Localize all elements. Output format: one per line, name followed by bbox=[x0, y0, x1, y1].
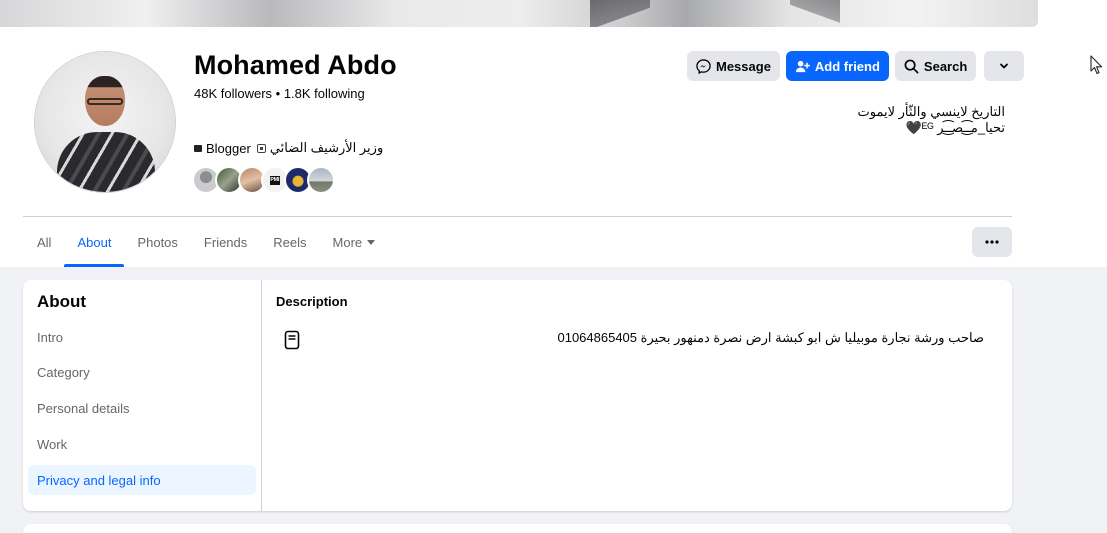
friend-avatar[interactable] bbox=[307, 166, 335, 194]
profile-bio: التاريخ لاينسي والثّأر لايموت تحيا_مـ͜͡ـ… bbox=[858, 104, 1005, 136]
tab-reels[interactable]: Reels bbox=[260, 217, 319, 267]
message-label: Message bbox=[716, 58, 771, 74]
profile-avatar[interactable] bbox=[34, 51, 176, 193]
profile-tabs: All About Photos Friends Reels More bbox=[24, 217, 388, 267]
intro-category: Blogger bbox=[194, 141, 251, 156]
chevron-down-icon bbox=[1000, 63, 1009, 69]
more-actions-button[interactable] bbox=[984, 51, 1025, 81]
about-card: About Intro Category Personal details Wo… bbox=[23, 280, 1012, 511]
search-label: Search bbox=[923, 58, 968, 74]
messenger-icon bbox=[696, 58, 711, 74]
briefcase-icon bbox=[194, 144, 202, 152]
next-card bbox=[23, 524, 1012, 533]
add-friend-button[interactable]: Add friend bbox=[785, 51, 889, 81]
description-heading: Description bbox=[276, 294, 348, 309]
sidebar-item-work[interactable]: Work bbox=[28, 429, 256, 459]
tab-about[interactable]: About bbox=[64, 217, 125, 267]
tab-more-label: More bbox=[332, 234, 363, 250]
tab-friends[interactable]: Friends bbox=[191, 217, 260, 267]
sidebar-item-category[interactable]: Category bbox=[28, 358, 256, 388]
camera-icon bbox=[256, 143, 266, 153]
intro-role-label: وزير الأرشيف الضائي bbox=[269, 140, 384, 155]
bio-line-1: التاريخ لاينسي والثّأر لايموت bbox=[857, 104, 1005, 119]
tab-more[interactable]: More bbox=[320, 217, 389, 267]
cursor-icon bbox=[1090, 55, 1103, 75]
intro-category-label: Blogger bbox=[206, 140, 251, 156]
sidebar-item-personal-details[interactable]: Personal details bbox=[28, 394, 256, 424]
about-sidebar: About Intro Category Personal details Wo… bbox=[23, 280, 262, 511]
profile-actions: Message Add friend Search bbox=[687, 51, 1025, 81]
description-text: صاحب ورشة نجارة موبيليا ش ابو كبشة ارض ن… bbox=[557, 330, 984, 345]
mutual-friends-avatars[interactable]: ᴾᴹᴵ bbox=[192, 166, 335, 194]
description-row: صاحب ورشة نجارة موبيليا ش ابو كبشة ارض ن… bbox=[276, 326, 986, 356]
cover-photo[interactable] bbox=[0, 0, 1038, 27]
add-friend-label: Add friend bbox=[814, 58, 880, 74]
search-button[interactable]: Search bbox=[894, 51, 977, 81]
add-friend-icon bbox=[795, 60, 810, 72]
search-icon bbox=[904, 59, 919, 73]
tab-all[interactable]: All bbox=[24, 217, 64, 267]
bio-line-2: تحيا_مـ͜͡ـصـ͜͡ـر ᴱᴳ🖤 bbox=[905, 120, 1005, 135]
about-main: Description صاحب ورشة نجارة موبيليا ش اب… bbox=[276, 294, 996, 350]
document-icon bbox=[284, 330, 300, 350]
sidebar-item-privacy-legal[interactable]: Privacy and legal info bbox=[28, 465, 256, 496]
message-button[interactable]: Message bbox=[687, 51, 780, 81]
more-dots-icon bbox=[985, 240, 999, 244]
profile-name: Mohamed Abdo bbox=[194, 50, 397, 80]
tab-photos[interactable]: Photos bbox=[124, 217, 190, 267]
profile-stats[interactable]: 48K followers • 1.8K following bbox=[194, 86, 365, 101]
intro-role: وزير الأرشيف الضائي bbox=[256, 140, 384, 156]
more-options-button[interactable] bbox=[972, 227, 1012, 257]
caret-down-icon bbox=[367, 239, 376, 245]
profile-intro: Blogger وزير الأرشيف الضائي bbox=[194, 140, 383, 156]
sidebar-item-intro[interactable]: Intro bbox=[28, 322, 256, 352]
about-title: About bbox=[37, 292, 87, 311]
